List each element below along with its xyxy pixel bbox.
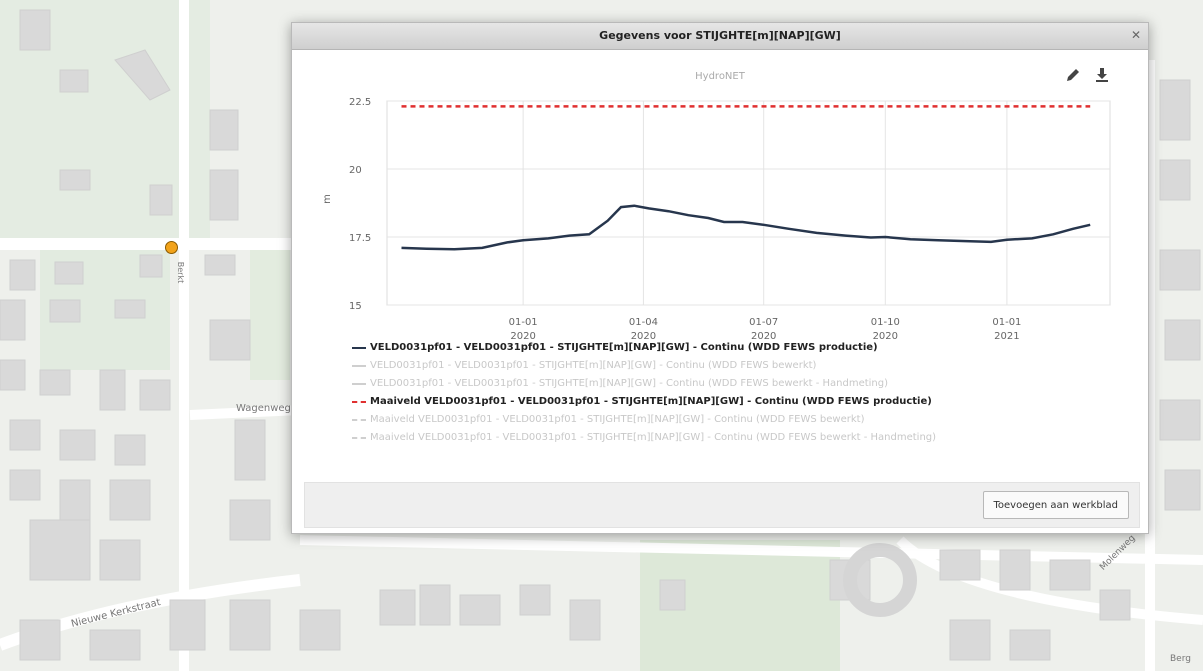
y-tick-label: 17.5	[349, 233, 371, 244]
legend-item[interactable]: Maaiveld VELD0031pf01 - VELD0031pf01 - S…	[352, 393, 1132, 411]
data-dialog: Gegevens voor STIJGHTE[m][NAP][GW] ✕ Hyd…	[291, 22, 1149, 534]
legend-swatch	[352, 347, 366, 349]
x-tick-label: 01-01	[509, 317, 538, 328]
x-tick-label: 01-07	[749, 317, 778, 328]
chart-area[interactable]: 15 17.5 20 22.5 01-01 2020 01-04 2020 01-07 2020 0…	[292, 49, 1148, 339]
add-to-worksheet-button[interactable]: Toevoegen aan werkblad	[982, 491, 1129, 519]
legend-label: Maaiveld VELD0031pf01 - VELD0031pf01 - S…	[370, 432, 937, 443]
x-tick-year-label: 2020	[510, 331, 535, 339]
legend-swatch	[352, 419, 366, 421]
legend-label: VELD0031pf01 - VELD0031pf01 - STIJGHTE[m…	[370, 360, 817, 371]
x-tick-label: 01-01	[992, 317, 1021, 328]
legend-item[interactable]: VELD0031pf01 - VELD0031pf01 - STIJGHTE[m…	[352, 375, 1132, 393]
x-tick-year-label: 2020	[631, 331, 656, 339]
legend-item[interactable]: Maaiveld VELD0031pf01 - VELD0031pf01 - S…	[352, 411, 1132, 429]
x-tick-label: 01-04	[629, 317, 658, 328]
legend-swatch	[352, 383, 366, 385]
close-icon[interactable]: ✕	[1128, 27, 1144, 43]
dialog-title: Gegevens voor STIJGHTE[m][NAP][GW]	[599, 29, 841, 42]
legend-item[interactable]: VELD0031pf01 - VELD0031pf01 - STIJGHTE[m…	[352, 339, 1132, 357]
dialog-titlebar[interactable]: Gegevens voor STIJGHTE[m][NAP][GW] ✕	[292, 23, 1148, 50]
location-marker[interactable]	[165, 241, 178, 254]
y-tick-label: 15	[349, 301, 362, 312]
street-label-wagenweg: Wagenweg	[236, 403, 291, 414]
street-label-berg: Berg	[1170, 654, 1191, 664]
legend-swatch	[352, 365, 366, 367]
x-tick-label: 01-10	[871, 317, 900, 328]
plot-area	[386, 100, 1111, 306]
chart-legend: VELD0031pf01 - VELD0031pf01 - STIJGHTE[m…	[352, 339, 1132, 447]
x-tick-year-label: 2020	[873, 331, 898, 339]
street-label-berkt: Berkt	[176, 261, 186, 284]
legend-label: VELD0031pf01 - VELD0031pf01 - STIJGHTE[m…	[370, 378, 889, 389]
legend-label: Maaiveld VELD0031pf01 - VELD0031pf01 - S…	[370, 396, 932, 407]
y-tick-label: 22.5	[349, 97, 371, 108]
y-tick-label: 20	[349, 165, 362, 176]
legend-label: VELD0031pf01 - VELD0031pf01 - STIJGHTE[m…	[370, 342, 878, 353]
dialog-footer: Toevoegen aan werkblad	[304, 482, 1140, 528]
legend-label: Maaiveld VELD0031pf01 - VELD0031pf01 - S…	[370, 414, 865, 425]
legend-swatch	[352, 437, 366, 439]
x-tick-year-label: 2020	[751, 331, 776, 339]
legend-swatch	[352, 401, 366, 403]
y-axis-label: m	[322, 194, 333, 204]
x-tick-year-label: 2021	[994, 331, 1019, 339]
legend-item[interactable]: VELD0031pf01 - VELD0031pf01 - STIJGHTE[m…	[352, 357, 1132, 375]
legend-item[interactable]: Maaiveld VELD0031pf01 - VELD0031pf01 - S…	[352, 429, 1132, 447]
